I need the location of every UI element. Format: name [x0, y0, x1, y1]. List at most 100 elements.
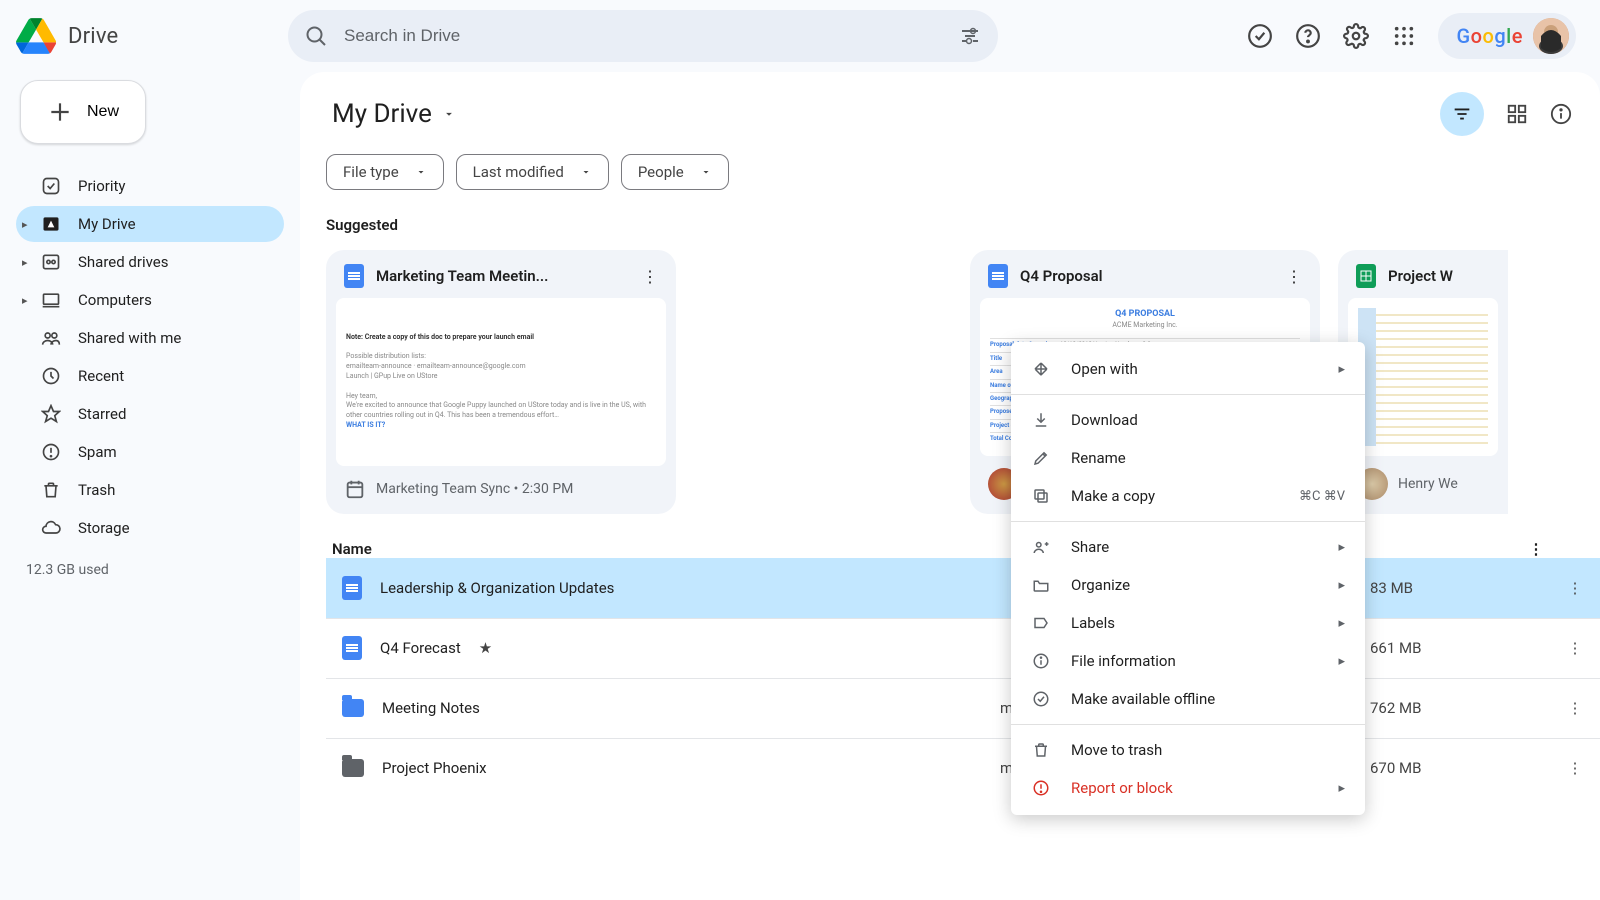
filter-toggle-button[interactable] — [1440, 92, 1484, 136]
shared-folder-icon — [342, 759, 364, 777]
sidebar-item-priority[interactable]: Priority — [16, 168, 284, 204]
ctx-item-trash[interactable]: Move to trash — [1011, 731, 1365, 769]
sidebar-item-spam[interactable]: Spam — [16, 434, 284, 470]
logo-area[interactable]: Drive — [16, 16, 276, 56]
file-size: 83 MB — [1370, 579, 1550, 597]
ctx-item-info[interactable]: File information▸ — [1011, 642, 1365, 680]
ctx-item-labels[interactable]: Labels ▸ — [1011, 604, 1365, 642]
context-menu: Open with▸ Download Rename Make a copy ⌘C ⌘V… — [1011, 342, 1365, 815]
drive-icon — [40, 214, 62, 234]
expand-icon[interactable]: ▸ — [22, 294, 28, 307]
search-bar[interactable] — [288, 10, 998, 62]
apps-icon[interactable] — [1390, 22, 1418, 50]
ctx-label: Make available offline — [1071, 690, 1345, 708]
copy-icon — [1031, 487, 1051, 505]
new-button[interactable]: New — [20, 80, 146, 144]
location-breadcrumb[interactable]: My Drive — [326, 95, 462, 133]
chevron-down-icon — [580, 166, 592, 178]
ctx-item-organize[interactable]: Organize▸ — [1011, 566, 1365, 604]
settings-icon[interactable] — [1342, 22, 1370, 50]
file-thumbnail: Note: Create a copy of this doc to prepa… — [336, 298, 666, 466]
ctx-item-copy[interactable]: Make a copy ⌘C ⌘V — [1011, 477, 1365, 515]
expand-icon[interactable]: ▸ — [22, 218, 28, 231]
offline-icon — [1031, 690, 1051, 708]
download-icon — [1031, 411, 1051, 429]
sidebar-item-recent[interactable]: Recent — [16, 358, 284, 394]
ctx-item-share[interactable]: Share ▸ — [1011, 528, 1365, 566]
account-avatar[interactable] — [1533, 18, 1569, 54]
account-chip[interactable]: Google — [1438, 13, 1576, 59]
open-icon — [1031, 360, 1051, 378]
grid-view-button[interactable] — [1506, 103, 1528, 125]
sidebar-item-starred[interactable]: Starred — [16, 396, 284, 432]
labels-icon — [1031, 614, 1051, 632]
storage-used-label: 12.3 GB used — [16, 548, 284, 592]
calendar-icon — [344, 478, 366, 500]
search-input[interactable] — [344, 26, 942, 46]
ctx-label: Share — [1071, 538, 1318, 556]
filter-chip-modified[interactable]: Last modified — [456, 154, 609, 190]
ctx-shortcut: ⌘C ⌘V — [1299, 489, 1345, 504]
file-more-icon[interactable]: ⋮ — [1550, 639, 1600, 657]
file-more-icon[interactable]: ⋮ — [1550, 759, 1600, 777]
ctx-item-offline[interactable]: Make available offline — [1011, 680, 1365, 718]
file-name: Q4 Forecast — [380, 639, 461, 657]
file-more-icon[interactable]: ⋮ — [1550, 699, 1600, 717]
file-row[interactable]: Leadership & Organization UpdatesSwamina… — [326, 558, 1600, 618]
ctx-label: Move to trash — [1071, 741, 1345, 759]
file-thumbnail — [1348, 298, 1498, 456]
header: Drive Google — [0, 0, 1600, 72]
chevron-down-icon — [415, 166, 427, 178]
submenu-arrow-icon: ▸ — [1338, 654, 1345, 669]
submenu-arrow-icon: ▸ — [1338, 578, 1345, 593]
card-more-icon[interactable]: ⋮ — [642, 267, 658, 286]
storage-icon — [40, 518, 62, 538]
sidebar-item-shared-with-me[interactable]: Shared with me — [16, 320, 284, 356]
file-name: Project Phoenix — [382, 759, 487, 777]
search-options-icon[interactable] — [958, 24, 982, 48]
filter-chip-filetype[interactable]: File type — [326, 154, 444, 190]
shared-drives-icon — [40, 252, 62, 272]
file-more-icon[interactable]: ⋮ — [1550, 579, 1600, 597]
ctx-label: Make a copy — [1071, 487, 1279, 505]
offline-status-icon[interactable] — [1246, 22, 1274, 50]
file-row[interactable]: Project PhoenixmeAug 17, 2020 Mustafa Kr… — [326, 738, 1600, 798]
docs-icon — [342, 576, 362, 600]
report-icon — [1031, 779, 1051, 797]
details-button[interactable] — [1550, 103, 1572, 125]
help-icon[interactable] — [1294, 22, 1322, 50]
chevron-down-icon — [700, 166, 712, 178]
ctx-item-open[interactable]: Open with▸ — [1011, 350, 1365, 388]
expand-icon[interactable]: ▸ — [22, 256, 28, 269]
sidebar-item-my-drive[interactable]: ▸ My Drive — [16, 206, 284, 242]
submenu-arrow-icon: ▸ — [1338, 616, 1345, 631]
ctx-label: Labels — [1071, 614, 1318, 632]
star-icon — [40, 404, 62, 424]
sidebar-item-computers[interactable]: ▸ Computers — [16, 282, 284, 318]
google-logo: Google — [1456, 24, 1523, 48]
plus-icon — [47, 99, 73, 125]
docs-icon — [988, 264, 1008, 288]
file-size: 661 MB — [1370, 639, 1550, 657]
file-row[interactable]: Meeting NotesmeDec 7, 2021 Manuel Corral… — [326, 678, 1600, 738]
ctx-label: Download — [1071, 411, 1345, 429]
sidebar-item-storage[interactable]: Storage — [16, 510, 284, 546]
ctx-item-report[interactable]: Report or block▸ — [1011, 769, 1365, 807]
ctx-item-download[interactable]: Download — [1011, 401, 1365, 439]
card-more-icon[interactable]: ⋮ — [1286, 267, 1302, 286]
file-row[interactable]: Q4 Forecast ★ou661 MB⋮ — [326, 618, 1600, 678]
suggested-card[interactable]: Marketing Team Meetin... ⋮ Note: Create … — [326, 250, 676, 514]
rename-icon — [1031, 449, 1051, 467]
header-icons: Google — [1010, 13, 1584, 59]
file-size: 762 MB — [1370, 699, 1550, 717]
ctx-item-rename[interactable]: Rename — [1011, 439, 1365, 477]
sidebar-item-trash[interactable]: Trash — [16, 472, 284, 508]
header-more-icon[interactable]: ⋮ — [1516, 540, 1556, 558]
submenu-arrow-icon: ▸ — [1338, 540, 1345, 555]
sidebar-item-shared-drives[interactable]: ▸ Shared drives — [16, 244, 284, 280]
spam-icon — [40, 442, 62, 462]
filter-chip-people[interactable]: People — [621, 154, 729, 190]
drive-logo-icon — [16, 16, 56, 56]
sidebar: New Priority ▸ My Drive ▸ Shared drives … — [0, 72, 300, 900]
share-icon — [1031, 538, 1051, 556]
